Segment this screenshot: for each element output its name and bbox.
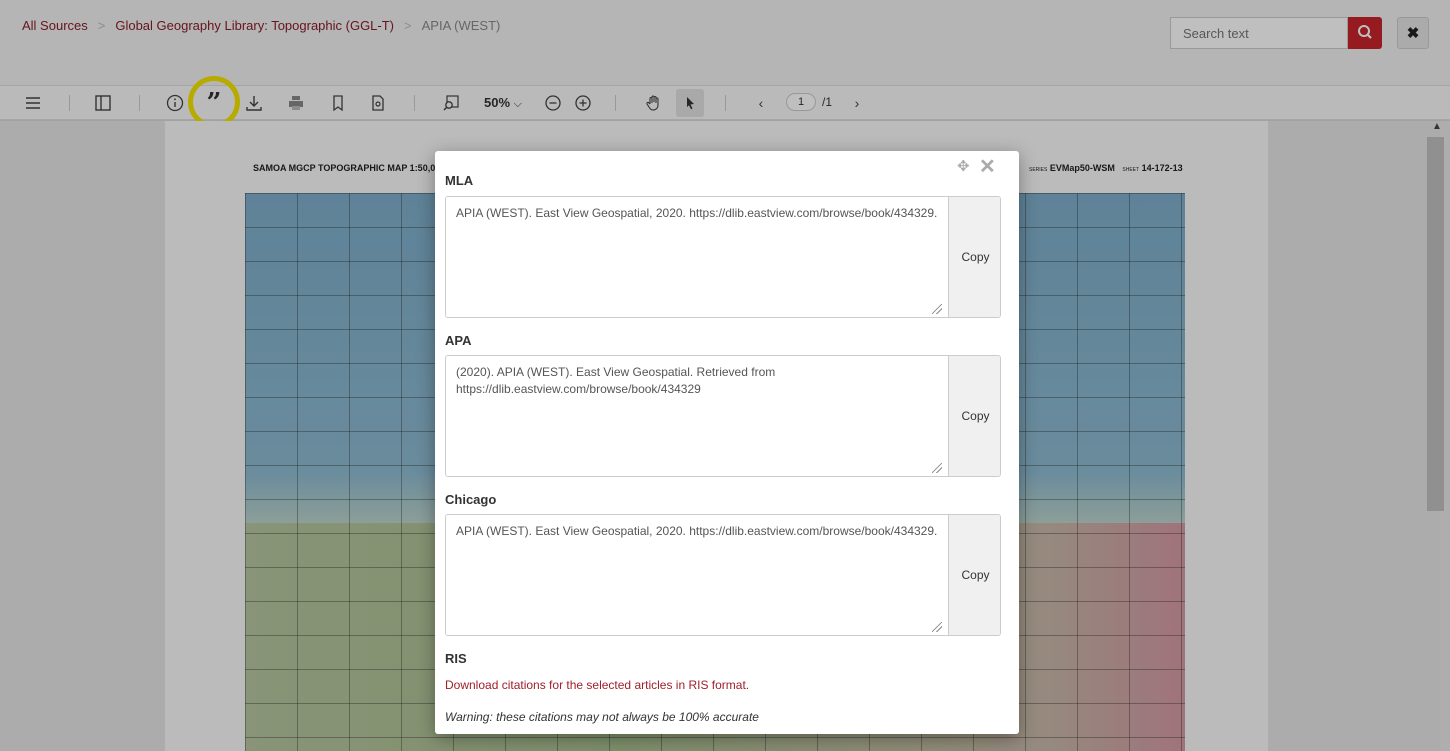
move-icon[interactable]: ✥ bbox=[957, 157, 973, 175]
apa-label: APA bbox=[445, 333, 472, 348]
chicago-citation-text[interactable]: APIA (WEST). East View Geospatial, 2020.… bbox=[446, 515, 948, 635]
mla-citation-box: APIA (WEST). East View Geospatial, 2020.… bbox=[445, 196, 1001, 318]
resize-handle[interactable] bbox=[932, 463, 942, 473]
apa-citation-text[interactable]: (2020). APIA (WEST). East View Geospatia… bbox=[446, 356, 948, 476]
citation-dialog: ✥ ✕ MLA APIA (WEST). East View Geospatia… bbox=[435, 151, 1019, 734]
chicago-copy-button[interactable]: Copy bbox=[948, 515, 1000, 635]
ris-download-link[interactable]: Download citations for the selected arti… bbox=[445, 678, 749, 692]
apa-citation-box: (2020). APIA (WEST). East View Geospatia… bbox=[445, 355, 1001, 477]
mla-citation-text[interactable]: APIA (WEST). East View Geospatial, 2020.… bbox=[446, 197, 948, 317]
apa-copy-button[interactable]: Copy bbox=[948, 356, 1000, 476]
chicago-citation-box: APIA (WEST). East View Geospatial, 2020.… bbox=[445, 514, 1001, 636]
accuracy-warning: Warning: these citations may not always … bbox=[445, 710, 759, 724]
close-icon: ✕ bbox=[979, 156, 996, 178]
chicago-label: Chicago bbox=[445, 492, 497, 507]
mla-label: MLA bbox=[445, 173, 474, 188]
resize-handle[interactable] bbox=[932, 304, 942, 314]
close-dialog-button[interactable]: ✕ bbox=[979, 154, 996, 179]
resize-handle[interactable] bbox=[932, 622, 942, 632]
mla-copy-button[interactable]: Copy bbox=[948, 197, 1000, 317]
ris-label: RIS bbox=[445, 651, 467, 666]
